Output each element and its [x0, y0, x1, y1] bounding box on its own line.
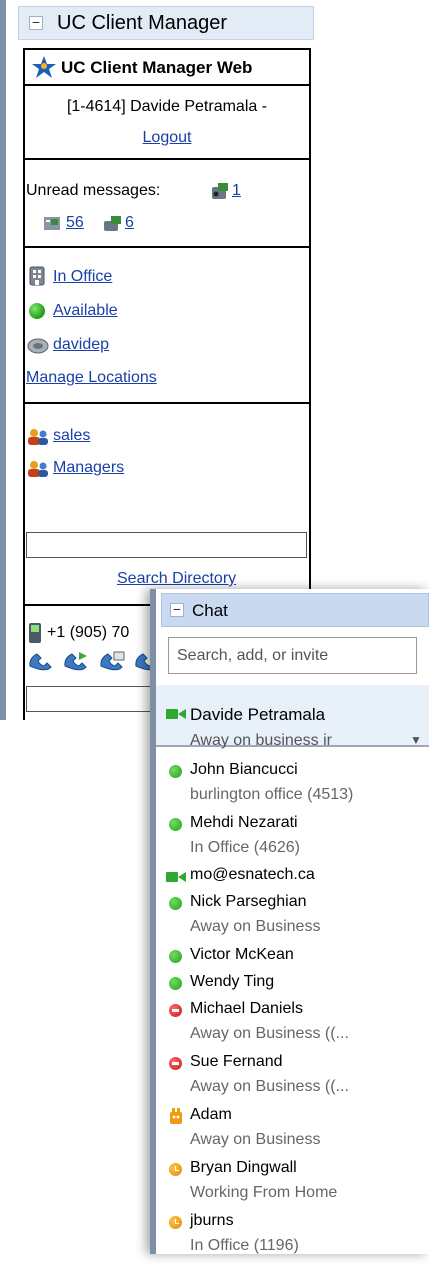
contact-name: Michael Daniels — [190, 1000, 303, 1017]
voicemail-icon — [212, 183, 228, 199]
video-presence-icon — [166, 872, 186, 882]
contact-status: In Office (4626) — [190, 839, 300, 856]
contact-status: burlington office (4513) — [190, 786, 354, 803]
user-identity: [1-4614] Davide Petramala - — [66, 98, 268, 115]
contact-status: Working From Home — [190, 1184, 338, 1201]
contact-name: Wendy Ting — [190, 973, 275, 990]
busy-presence-icon — [169, 1057, 182, 1070]
mobile-phone-icon — [29, 623, 41, 643]
idle-presence-icon — [169, 1163, 182, 1176]
manage-locations-link[interactable]: Manage Locations — [26, 369, 157, 387]
logout-link[interactable]: Logout — [143, 129, 192, 146]
presence-link[interactable]: Available — [53, 302, 118, 320]
contact-name: Bryan Dingwall — [190, 1159, 297, 1176]
contact-status: Away on Business ((... — [190, 1025, 349, 1042]
call-forward-icon[interactable] — [61, 650, 91, 672]
phone-number: +1 (905) 70 — [47, 624, 130, 641]
user-handset-icon — [27, 338, 49, 354]
collapse-uc-gadget-button[interactable]: − — [29, 15, 43, 30]
app-header: UC Client Manager Web — [25, 50, 309, 86]
fax-link[interactable]: 56 — [26, 214, 84, 232]
status-dropdown-icon[interactable]: ▼ — [410, 733, 422, 747]
email-count: 6 — [125, 214, 134, 231]
email-icon — [104, 216, 121, 231]
fax-icon — [44, 217, 60, 230]
contact-row[interactable]: jburns In Office (1196) — [156, 1212, 429, 1264]
directory-search-input[interactable] — [26, 532, 307, 558]
voicemail-link[interactable]: 1 — [186, 182, 241, 200]
available-presence-icon — [169, 897, 182, 910]
contact-row[interactable]: Bryan Dingwall Working From Home — [156, 1159, 429, 1211]
chat-search-input[interactable] — [168, 637, 417, 674]
uc-gadget-header: − UC Client Manager — [18, 6, 314, 40]
contact-name: John Biancucci — [190, 761, 298, 778]
available-presence-icon — [169, 765, 182, 778]
contact-name: Mehdi Nezarati — [190, 814, 298, 831]
contact-row[interactable]: Adam Away on Business — [156, 1106, 429, 1158]
busy-presence-icon — [169, 1004, 182, 1017]
phone-action-toolbar — [26, 650, 163, 677]
contact-row[interactable]: Wendy Ting — [156, 973, 429, 999]
contact-status: Away on Business — [190, 1131, 321, 1148]
contact-row[interactable]: John Biancucci burlington office (4513) — [156, 761, 429, 813]
group-icon — [28, 429, 48, 445]
divider — [25, 158, 309, 160]
self-status-message[interactable]: Away on business ir — [190, 732, 405, 750]
username-link[interactable]: davidep — [53, 336, 109, 354]
app-title: UC Client Manager Web — [61, 58, 253, 77]
contact-status: Away on Business ((... — [190, 1078, 349, 1095]
chat-gadget-header: − Chat — [161, 593, 429, 627]
call-icon[interactable] — [26, 650, 56, 672]
contact-row[interactable]: Victor McKean — [156, 946, 429, 972]
idle-presence-icon — [169, 1216, 182, 1229]
contact-name: Nick Parseghian — [190, 893, 307, 910]
contact-row[interactable]: Michael Daniels Away on Business ((... — [156, 1000, 429, 1052]
chat-gadget: − Chat Davide Petramala Away on business… — [150, 589, 429, 1254]
email-link[interactable]: 6 — [95, 214, 134, 232]
group-icon — [28, 461, 48, 477]
contact-status: Away on Business — [190, 918, 321, 935]
contact-row[interactable]: Mehdi Nezarati In Office (4626) — [156, 814, 429, 866]
self-name: Davide Petramala — [190, 705, 326, 724]
call-transfer-icon[interactable] — [97, 650, 127, 672]
contact-name: jburns — [190, 1212, 234, 1229]
chat-gadget-title: Chat — [192, 601, 228, 620]
video-camera-icon — [166, 709, 186, 719]
contact-row[interactable]: Nick Parseghian Away on Business — [156, 893, 429, 945]
self-status-block: Davide Petramala Away on business ir ▼ — [156, 685, 429, 750]
divider — [25, 402, 309, 404]
contact-name: mo@esnatech.ca — [190, 866, 315, 883]
contact-row[interactable]: Sue Fernand Away on Business ((... — [156, 1053, 429, 1105]
contact-name: Victor McKean — [190, 946, 294, 963]
mobile-presence-icon — [170, 1108, 182, 1124]
building-icon — [29, 266, 45, 286]
unread-label: Unread messages: — [26, 182, 161, 199]
divider — [25, 246, 309, 248]
voicemail-count: 1 — [232, 182, 241, 199]
contact-name: Adam — [190, 1106, 232, 1123]
group-sales-link[interactable]: sales — [53, 427, 90, 445]
available-presence-icon — [169, 977, 182, 990]
available-presence-icon — [169, 950, 182, 963]
contact-row[interactable]: mo@esnatech.ca — [156, 866, 429, 892]
location-link[interactable]: In Office — [53, 268, 112, 286]
collapse-chat-gadget-button[interactable]: − — [170, 602, 184, 617]
search-directory-link[interactable]: Search Directory — [117, 570, 236, 588]
fax-count: 56 — [66, 214, 84, 231]
available-presence-icon — [169, 818, 182, 831]
group-managers-link[interactable]: Managers — [53, 459, 124, 477]
contact-status: In Office (1196) — [190, 1237, 299, 1254]
star-logo-icon — [32, 56, 56, 78]
contact-name: Sue Fernand — [190, 1053, 283, 1070]
uc-gadget-title: UC Client Manager — [57, 12, 228, 34]
available-status-icon — [29, 303, 45, 319]
